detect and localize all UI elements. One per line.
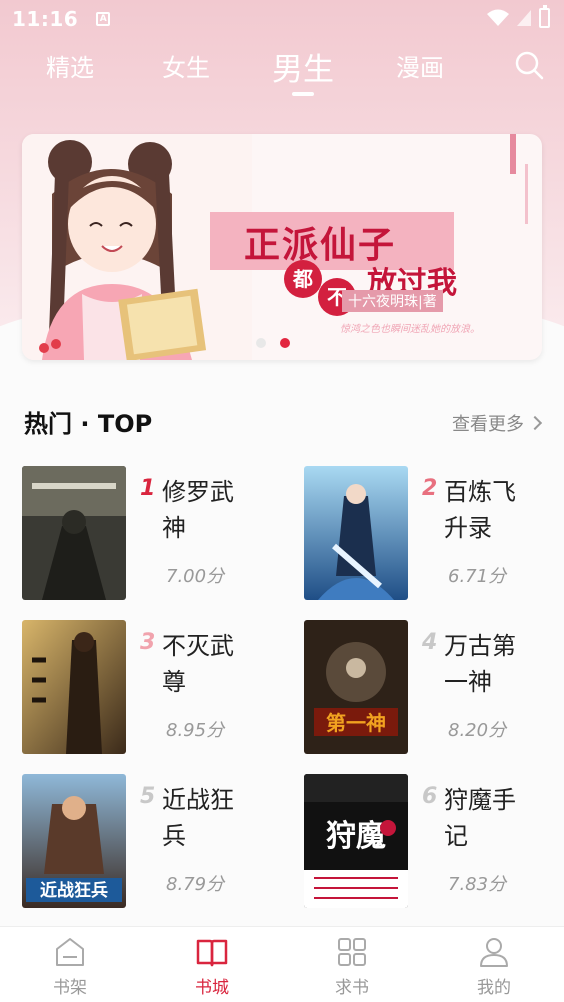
book-title: 万古第一神 [444,632,516,696]
carousel-indicator [256,338,290,348]
nav-bookstore[interactable]: 书城 [172,935,252,998]
book-score: 7.00分 [166,566,225,587]
banner-author: 十六夜明珠|著 [342,290,443,312]
banner-decoration [525,164,528,224]
book-rank: 1 [140,476,156,501]
book-cover [304,466,408,600]
book-item[interactable]: 近战狂兵 5 近战狂兵 8.79分 [22,774,282,908]
nav-label: 我的 [477,978,511,998]
see-more-label: 查看更多 [452,414,524,435]
carousel-dot[interactable] [256,338,266,348]
book-cover [22,620,126,754]
tab-comics[interactable]: 漫画 [396,48,444,83]
nav-label: 书城 [195,978,229,998]
see-more-link[interactable]: 查看更多 [452,410,543,436]
book-cover: 近战狂兵 [22,774,126,908]
signal-icon [517,10,531,26]
banner-tagline: 惊鸿之色也瞬间迷乱她的放浪。 [340,324,480,335]
category-tabs: 精选 女生 男生 漫画 [0,40,564,100]
user-icon [480,938,508,967]
book-title: 百炼飞升录 [444,478,516,542]
tab-male[interactable]: 男生 [272,44,334,89]
chevron-right-icon [527,415,543,431]
nav-label: 书架 [53,978,87,998]
banner-decoration [510,134,516,174]
cover-title-text: 第一神 [326,711,386,735]
book-title: 修罗武神 [162,478,234,542]
book-rank: 3 [140,630,156,655]
book-rank: 4 [422,630,438,655]
carousel-dot-active[interactable] [280,338,290,348]
book-rank: 2 [422,476,438,501]
tab-featured[interactable]: 精选 [46,48,94,83]
banner-title-char: 都 [284,260,322,298]
book-cover: 第一神 [304,620,408,754]
book-item[interactable]: 2 百炼飞升录 6.71分 [304,466,564,600]
nav-bookshelf[interactable]: 书架 [30,935,110,998]
book-score: 8.95分 [166,720,225,741]
grid-icon [338,938,366,966]
book-rank: 5 [140,784,156,809]
book-cover: 狩魔 [304,774,408,908]
book-score: 7.83分 [448,874,507,895]
book-item[interactable]: 第一神 4 万古第一神 8.20分 [304,620,564,754]
bookshelf-icon [56,938,84,966]
hot-top-section: 热门 · TOP 查看更多 1 修罗武神 7.00分 2 百炼飞升录 6.71分 [0,370,564,926]
section-title: 热门 · TOP [24,410,153,438]
notification-icon: A [96,12,111,26]
status-time: 11:16 [12,7,79,31]
book-item[interactable]: 狩魔 6 狩魔手记 7.83分 [304,774,564,908]
status-bar: 11:16 A [0,0,564,38]
book-cover [22,466,126,600]
nav-profile[interactable]: 我的 [454,935,534,998]
search-icon[interactable] [514,50,544,80]
book-item[interactable]: 1 修罗武神 7.00分 [22,466,282,600]
book-title: 不灭武尊 [162,632,234,696]
cover-title-text: 狩魔 [326,819,386,854]
book-open-icon [196,939,228,967]
book-title: 狩魔手记 [444,786,516,850]
nav-label: 求书 [335,978,369,998]
book-title: 近战狂兵 [162,786,234,850]
book-score: 6.71分 [448,566,507,587]
book-score: 8.79分 [166,874,225,895]
wifi-icon [487,9,509,26]
tab-female[interactable]: 女生 [162,48,210,83]
book-score: 8.20分 [448,720,507,741]
book-rank: 6 [422,784,438,809]
nav-request-book[interactable]: 求书 [312,935,392,998]
battery-icon [539,5,550,28]
promo-banner[interactable]: 正派仙子 都 不 放过我 十六夜明珠|著 惊鸿之色也瞬间迷乱她的放浪。 [22,134,542,360]
book-item[interactable]: 3 不灭武尊 8.95分 [22,620,282,754]
bottom-navigation: 书架 书城 求书 我的 [0,926,564,1002]
cover-title-text: 近战狂兵 [40,880,108,901]
tab-indicator [292,92,314,96]
